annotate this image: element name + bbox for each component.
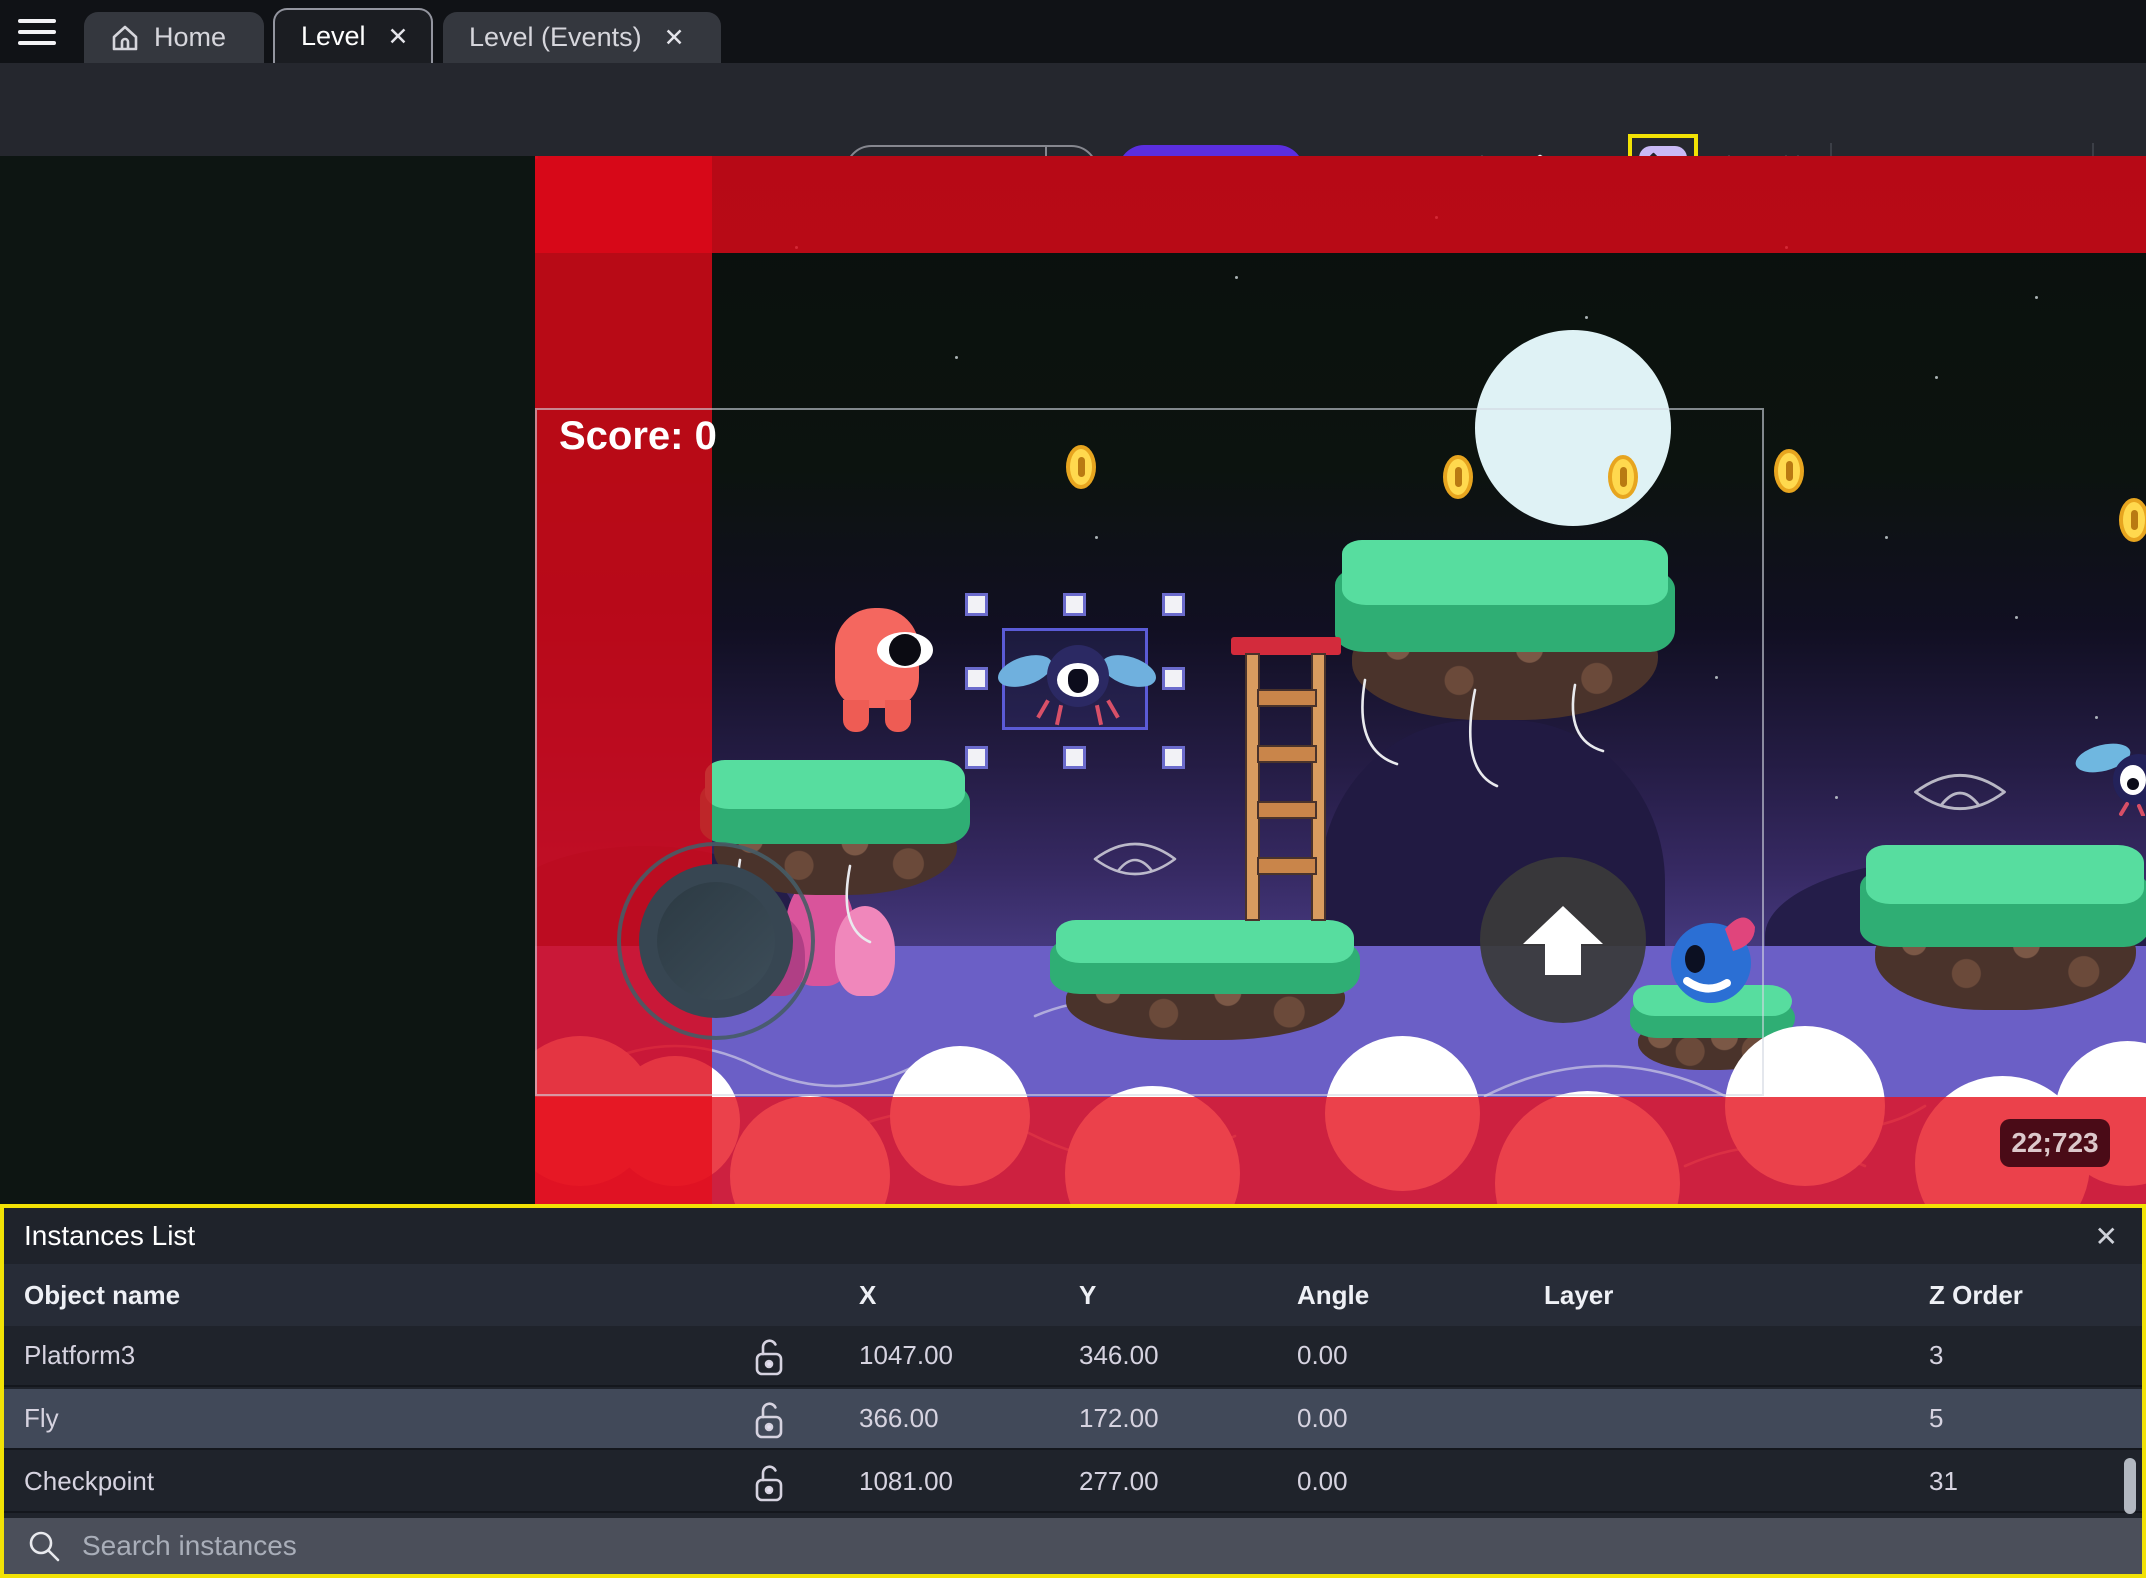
coin-object[interactable] xyxy=(1774,449,1804,493)
unlock-icon xyxy=(755,1338,783,1375)
instance-angle[interactable]: 0.00 xyxy=(1297,1466,1544,1497)
up-arrow-stem xyxy=(1545,942,1581,975)
close-icon[interactable]: ✕ xyxy=(664,23,685,53)
tab-home-label: Home xyxy=(154,22,227,52)
search-icon xyxy=(29,1531,60,1562)
tab-level[interactable]: Level ✕ xyxy=(273,8,433,63)
table-header: Object name X Y Angle Layer Z Order xyxy=(4,1264,2142,1326)
menu-icon[interactable] xyxy=(18,19,56,45)
fly-leg xyxy=(1106,699,1120,719)
tab-bar: Home Level ✕ Level (Events) ✕ xyxy=(0,0,2146,63)
score-text: Score: 0 xyxy=(559,414,717,458)
resize-handle[interactable] xyxy=(1162,593,1185,616)
platform-grass xyxy=(1865,845,2145,905)
resize-handle[interactable] xyxy=(965,593,988,616)
instance-name: Checkpoint xyxy=(24,1466,155,1496)
resize-handle[interactable] xyxy=(965,667,988,690)
resize-handle[interactable] xyxy=(1162,746,1185,769)
instance-z-order[interactable]: 31 xyxy=(1929,1466,2142,1497)
fly-leg xyxy=(1036,699,1050,719)
search-bar xyxy=(4,1518,2142,1574)
instance-x[interactable]: 1081.00 xyxy=(859,1466,1079,1497)
instance-y[interactable]: 172.00 xyxy=(1079,1403,1297,1434)
col-y[interactable]: Y xyxy=(1079,1280,1297,1311)
close-icon[interactable]: ✕ xyxy=(2095,1220,2118,1253)
unlock-icon xyxy=(755,1464,783,1501)
selection-box[interactable] xyxy=(994,628,1160,730)
tab-level-events-label: Level (Events) xyxy=(469,22,642,52)
resize-handle[interactable] xyxy=(1063,746,1086,769)
toolbar: Preview ▼ Publish xyxy=(0,63,2146,205)
table-row[interactable]: Checkpoint 1081.00 277.00 0.00 31 xyxy=(4,1452,2142,1513)
instance-name: Fly xyxy=(24,1403,59,1433)
instance-z-order[interactable]: 3 xyxy=(1929,1340,2142,1371)
instance-x[interactable]: 1047.00 xyxy=(859,1340,1079,1371)
col-x[interactable]: X xyxy=(859,1280,1079,1311)
instance-y[interactable]: 277.00 xyxy=(1079,1466,1297,1497)
lock-toggle[interactable] xyxy=(749,1399,859,1439)
close-icon[interactable]: ✕ xyxy=(388,22,409,52)
platform-object[interactable] xyxy=(1860,845,2146,1010)
canvas-void[interactable] xyxy=(0,156,535,1204)
col-object-name[interactable]: Object name xyxy=(24,1280,749,1311)
gdevelop-editor-window: Home Level ✕ Level (Events) ✕ Preview ▼ … xyxy=(0,0,2146,1578)
fly-object[interactable] xyxy=(2075,736,2146,816)
instance-x[interactable]: 366.00 xyxy=(859,1403,1079,1434)
coin-object[interactable] xyxy=(2119,498,2146,542)
instance-angle[interactable]: 0.00 xyxy=(1297,1340,1544,1371)
resize-handle[interactable] xyxy=(965,746,988,769)
search-input[interactable] xyxy=(80,1529,2142,1563)
col-angle[interactable]: Angle xyxy=(1297,1280,1544,1311)
resize-handle[interactable] xyxy=(1162,667,1185,690)
fly-leg xyxy=(1094,704,1104,726)
panel-title: Instances List xyxy=(24,1220,196,1251)
red-zone-bottom xyxy=(535,1097,2146,1204)
tab-level-label: Level xyxy=(301,21,366,51)
instance-angle[interactable]: 0.00 xyxy=(1297,1403,1544,1434)
lock-toggle[interactable] xyxy=(749,1462,859,1502)
unlock-icon xyxy=(755,1401,783,1438)
fly-leg xyxy=(1054,704,1064,726)
jump-button[interactable] xyxy=(1480,857,1646,1023)
instances-list-panel: Instances List ✕ Object name X Y Angle L… xyxy=(0,1204,2146,1578)
up-arrow-icon xyxy=(1523,905,1603,944)
instance-z-order[interactable]: 5 xyxy=(1929,1403,2142,1434)
tab-home[interactable]: Home xyxy=(84,12,264,63)
home-icon xyxy=(112,25,138,50)
instance-name: Platform3 xyxy=(24,1340,136,1370)
fly-eye xyxy=(1057,663,1099,697)
tab-level-events[interactable]: Level (Events) ✕ xyxy=(443,12,721,63)
lock-toggle[interactable] xyxy=(749,1336,859,1376)
panel-title-bar: Instances List ✕ xyxy=(4,1208,2142,1264)
col-layer[interactable]: Layer xyxy=(1544,1280,1929,1311)
cursor-coordinates-badge: 22;723 xyxy=(2000,1119,2110,1167)
resize-handle[interactable] xyxy=(1063,593,1086,616)
table-row[interactable]: Fly 366.00 172.00 0.00 5 xyxy=(4,1389,2142,1450)
instance-y[interactable]: 346.00 xyxy=(1079,1340,1297,1371)
scrollbar-thumb[interactable] xyxy=(2124,1458,2136,1514)
table-row[interactable]: Platform3 1047.00 346.00 0.00 3 xyxy=(4,1326,2142,1387)
red-zone-top xyxy=(535,156,2146,253)
eye-decoration xyxy=(1914,774,2006,810)
joystick-base[interactable] xyxy=(639,864,793,1018)
joystick-knob xyxy=(657,882,775,1000)
scene-canvas[interactable]: Score: 0 22;723 xyxy=(535,156,2146,1204)
col-z-order[interactable]: Z Order xyxy=(1929,1280,2142,1311)
